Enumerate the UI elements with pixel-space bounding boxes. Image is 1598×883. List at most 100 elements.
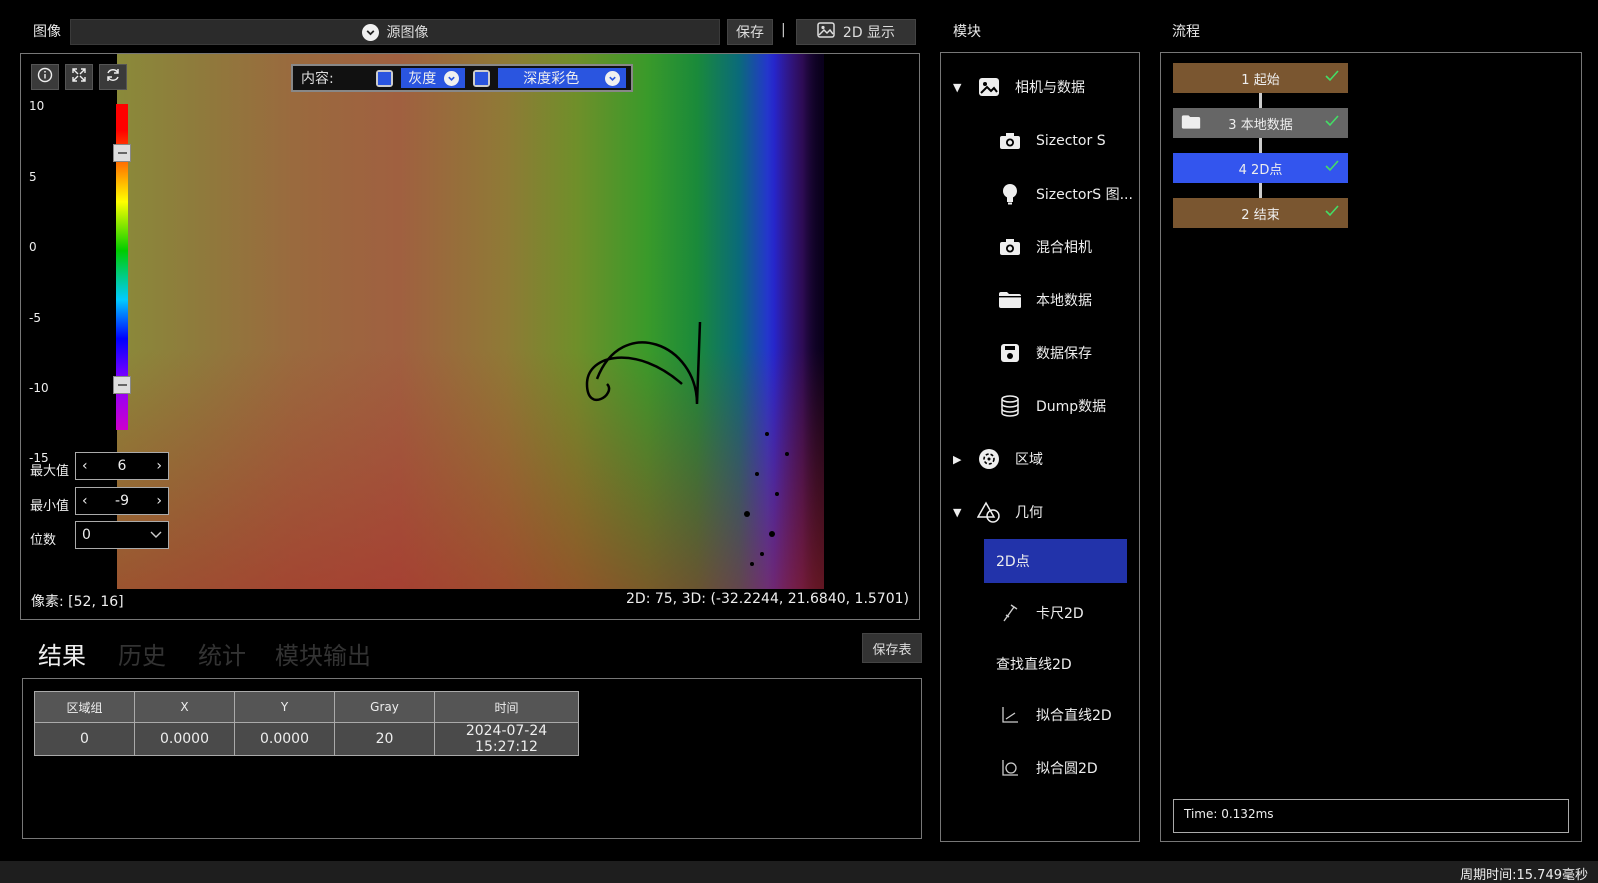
depth-color-checkbox[interactable] — [472, 69, 490, 87]
tree-item-label: 拟合圆2D — [1036, 761, 1098, 777]
content-selector: 内容: 灰度 深度彩色 — [291, 64, 633, 92]
tree-item-label: 查找直线2D — [996, 657, 1072, 673]
image-icon — [817, 22, 835, 42]
chevron-left-icon[interactable]: ‹ — [82, 458, 88, 474]
tree-group-geometry[interactable]: ▼ 几何 — [953, 490, 1043, 534]
table-cell: 0 — [34, 722, 135, 756]
colorbar-max-handle[interactable] — [113, 144, 131, 162]
column-header: Y — [234, 691, 335, 723]
tree-item-dump-data[interactable]: Dump数据 — [998, 384, 1106, 428]
content-label: 内容: — [301, 71, 334, 87]
save-icon — [998, 341, 1022, 365]
tick-label: 5 — [29, 170, 37, 184]
flow-connector — [1259, 183, 1262, 198]
flow-panel: 1 起始 3 本地数据 4 2D点 2 结束 Time: 0.132ms — [1160, 52, 1582, 842]
info-button[interactable] — [31, 64, 59, 90]
folder-icon — [1181, 114, 1201, 134]
chevron-down-icon — [443, 70, 459, 86]
caret-down-icon[interactable]: ▼ — [953, 81, 963, 94]
tick-label: -10 — [29, 381, 49, 395]
tree-group-label: 相机与数据 — [1015, 80, 1085, 96]
tree-item-find-line-2d[interactable]: 查找直线2D — [996, 642, 1072, 686]
shapes-icon — [977, 500, 1001, 524]
2d-display-button[interactable]: 2D 显示 — [796, 19, 916, 45]
column-header: 时间 — [434, 691, 579, 723]
chevron-left-icon[interactable]: ‹ — [82, 493, 88, 509]
image-icon — [977, 75, 1001, 99]
tree-group-camera[interactable]: ▼ 相机与数据 — [953, 65, 1085, 109]
flow-step-2d-point[interactable]: 4 2D点 — [1173, 153, 1348, 183]
table-row[interactable]: 0 0.0000 0.0000 20 2024-07-24 15:27:12 — [34, 722, 579, 756]
source-select-value: 源图像 — [386, 25, 429, 41]
chevron-down-icon — [150, 527, 162, 543]
image-panel-title: 图像 — [33, 24, 61, 40]
flow-connector — [1259, 138, 1262, 153]
check-icon — [1324, 203, 1340, 223]
tree-item-label: Sizector S — [1036, 133, 1106, 149]
info-icon — [37, 67, 53, 87]
chevron-right-icon[interactable]: › — [156, 458, 162, 474]
tree-item-sizector-s[interactable]: Sizector S — [998, 119, 1106, 163]
gray-select[interactable]: 灰度 — [400, 68, 465, 88]
database-icon — [998, 394, 1022, 418]
min-value: -9 — [115, 493, 129, 509]
lightbulb-icon — [998, 182, 1022, 206]
pixel-readout: 像素: [52, 16] — [31, 594, 124, 610]
tree-item-label: 拟合直线2D — [1036, 708, 1112, 724]
tree-item-label: SizectorS 图... — [1036, 187, 1133, 203]
colorbar-min-handle[interactable] — [113, 376, 131, 394]
max-value-stepper[interactable]: ‹ 6 › — [75, 452, 169, 480]
flow-step-local-data[interactable]: 3 本地数据 — [1173, 108, 1348, 138]
tree-item-data-save[interactable]: 数据保存 — [998, 331, 1092, 375]
tree-item-fit-circle-2d[interactable]: 拟合圆2D — [998, 746, 1098, 790]
caret-right-icon[interactable]: ▶ — [953, 453, 963, 466]
column-header: Gray — [334, 691, 435, 723]
flow-step-label: 2 结束 — [1241, 207, 1280, 223]
chevron-right-icon[interactable]: › — [156, 493, 162, 509]
caret-down-icon[interactable]: ▼ — [953, 506, 963, 519]
table-cell: 20 — [334, 722, 435, 756]
flow-step-end[interactable]: 2 结束 — [1173, 198, 1348, 228]
refresh-button[interactable] — [99, 64, 127, 90]
status-bar: 周期时间:15.749毫秒 — [0, 861, 1598, 883]
tab-module-output[interactable]: 模块输出 — [275, 636, 371, 671]
flow-step-label: 1 起始 — [1241, 72, 1280, 88]
modules-title: 模块 — [953, 24, 981, 40]
tree-item-fit-line-2d[interactable]: 拟合直线2D — [998, 693, 1112, 737]
tree-group-label: 几何 — [1015, 505, 1043, 521]
folder-icon — [998, 288, 1022, 312]
tab-statistics[interactable]: 统计 — [198, 636, 246, 671]
flow-step-label: 4 2D点 — [1238, 162, 1283, 178]
handwritten-stroke — [585, 321, 702, 405]
tab-history[interactable]: 历史 — [118, 636, 166, 671]
tree-item-hybrid-camera[interactable]: 混合相机 — [998, 225, 1092, 269]
target-icon — [977, 447, 1001, 471]
source-image-select[interactable]: 源图像 — [70, 19, 720, 45]
min-value-stepper[interactable]: ‹ -9 › — [75, 487, 169, 515]
tree-item-2d-point[interactable]: 2D点 — [984, 539, 1127, 583]
tree-group-region[interactable]: ▶ 区域 — [953, 437, 1043, 481]
fit-view-button[interactable] — [65, 64, 93, 90]
save-table-button[interactable]: 保存表 — [862, 633, 922, 663]
tree-item-caliper-2d[interactable]: 卡尺2D — [998, 591, 1084, 635]
expand-icon — [71, 67, 87, 87]
flow-step-label: 3 本地数据 — [1228, 117, 1293, 133]
digits-select[interactable]: 0 — [75, 521, 169, 549]
flow-step-start[interactable]: 1 起始 — [1173, 63, 1348, 93]
save-image-button[interactable]: 保存 — [727, 19, 773, 45]
tree-item-label: 本地数据 — [1036, 293, 1092, 309]
flow-time-box: Time: 0.132ms — [1173, 799, 1569, 833]
results-table: 区域组 X Y Gray 时间 0 0.0000 0.0000 20 2024-… — [34, 691, 579, 756]
tree-item-local-data[interactable]: 本地数据 — [998, 278, 1092, 322]
tick-label: 0 — [29, 240, 37, 254]
gray-checkbox[interactable] — [375, 69, 393, 87]
tree-item-label: 混合相机 — [1036, 240, 1092, 256]
depth-color-select[interactable]: 深度彩色 — [497, 68, 626, 88]
toolbar-separator: | — [781, 22, 786, 38]
tree-item-sizector-s-image[interactable]: SizectorS 图... — [998, 172, 1133, 216]
tab-results[interactable]: 结果 — [38, 636, 86, 671]
tree-item-label: 2D点 — [996, 554, 1030, 570]
depth-noise-edge — [585, 321, 789, 566]
flow-connector — [1259, 93, 1262, 108]
image-viewer[interactable]: 内容: 灰度 深度彩色 10 5 0 -5 -10 -15 最大值 ‹ 6 › … — [20, 53, 920, 620]
